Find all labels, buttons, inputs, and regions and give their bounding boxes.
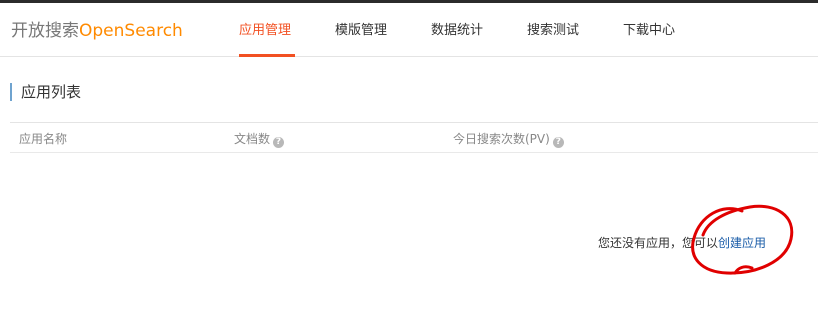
empty-state-message: 您还没有应用，您可以创建应用 [598, 235, 766, 251]
info-icon[interactable]: ? [552, 137, 564, 148]
nav-data-statistics[interactable]: 数据统计 [431, 22, 483, 40]
empty-state-text: 您还没有应用，您可以 [598, 236, 719, 250]
nav-download-center[interactable]: 下载中心 [623, 22, 675, 40]
column-today-pv-label: 今日搜索次数(PV) [453, 132, 550, 146]
create-app-link[interactable]: 创建应用 [718, 236, 766, 250]
nav-search-test[interactable]: 搜索测试 [527, 22, 579, 40]
info-icon[interactable]: ? [273, 137, 285, 148]
brand-name-cn: 开放搜索 [11, 21, 79, 41]
page: 开放搜索OpenSearch 应用管理 模版管理 数据统计 搜索测试 下载中心 … [0, 0, 818, 331]
app-table-header: 应用名称 文档数? 今日搜索次数(PV)? [10, 122, 818, 153]
nav-app-management[interactable]: 应用管理 [239, 22, 291, 40]
brand-name-en: OpenSearch [79, 21, 183, 41]
nav-template-management[interactable]: 模版管理 [335, 22, 387, 40]
section-title: 应用列表 [10, 83, 81, 101]
nav-active-indicator [239, 54, 295, 57]
column-doc-count-label: 文档数 [234, 132, 271, 146]
header: 开放搜索OpenSearch 应用管理 模版管理 数据统计 搜索测试 下载中心 [0, 3, 818, 57]
column-app-name-label: 应用名称 [19, 132, 68, 146]
column-today-pv: 今日搜索次数(PV)? [453, 131, 564, 148]
column-doc-count: 文档数? [234, 131, 285, 148]
brand-logo[interactable]: 开放搜索OpenSearch [11, 20, 183, 42]
column-app-name: 应用名称 [19, 131, 67, 147]
